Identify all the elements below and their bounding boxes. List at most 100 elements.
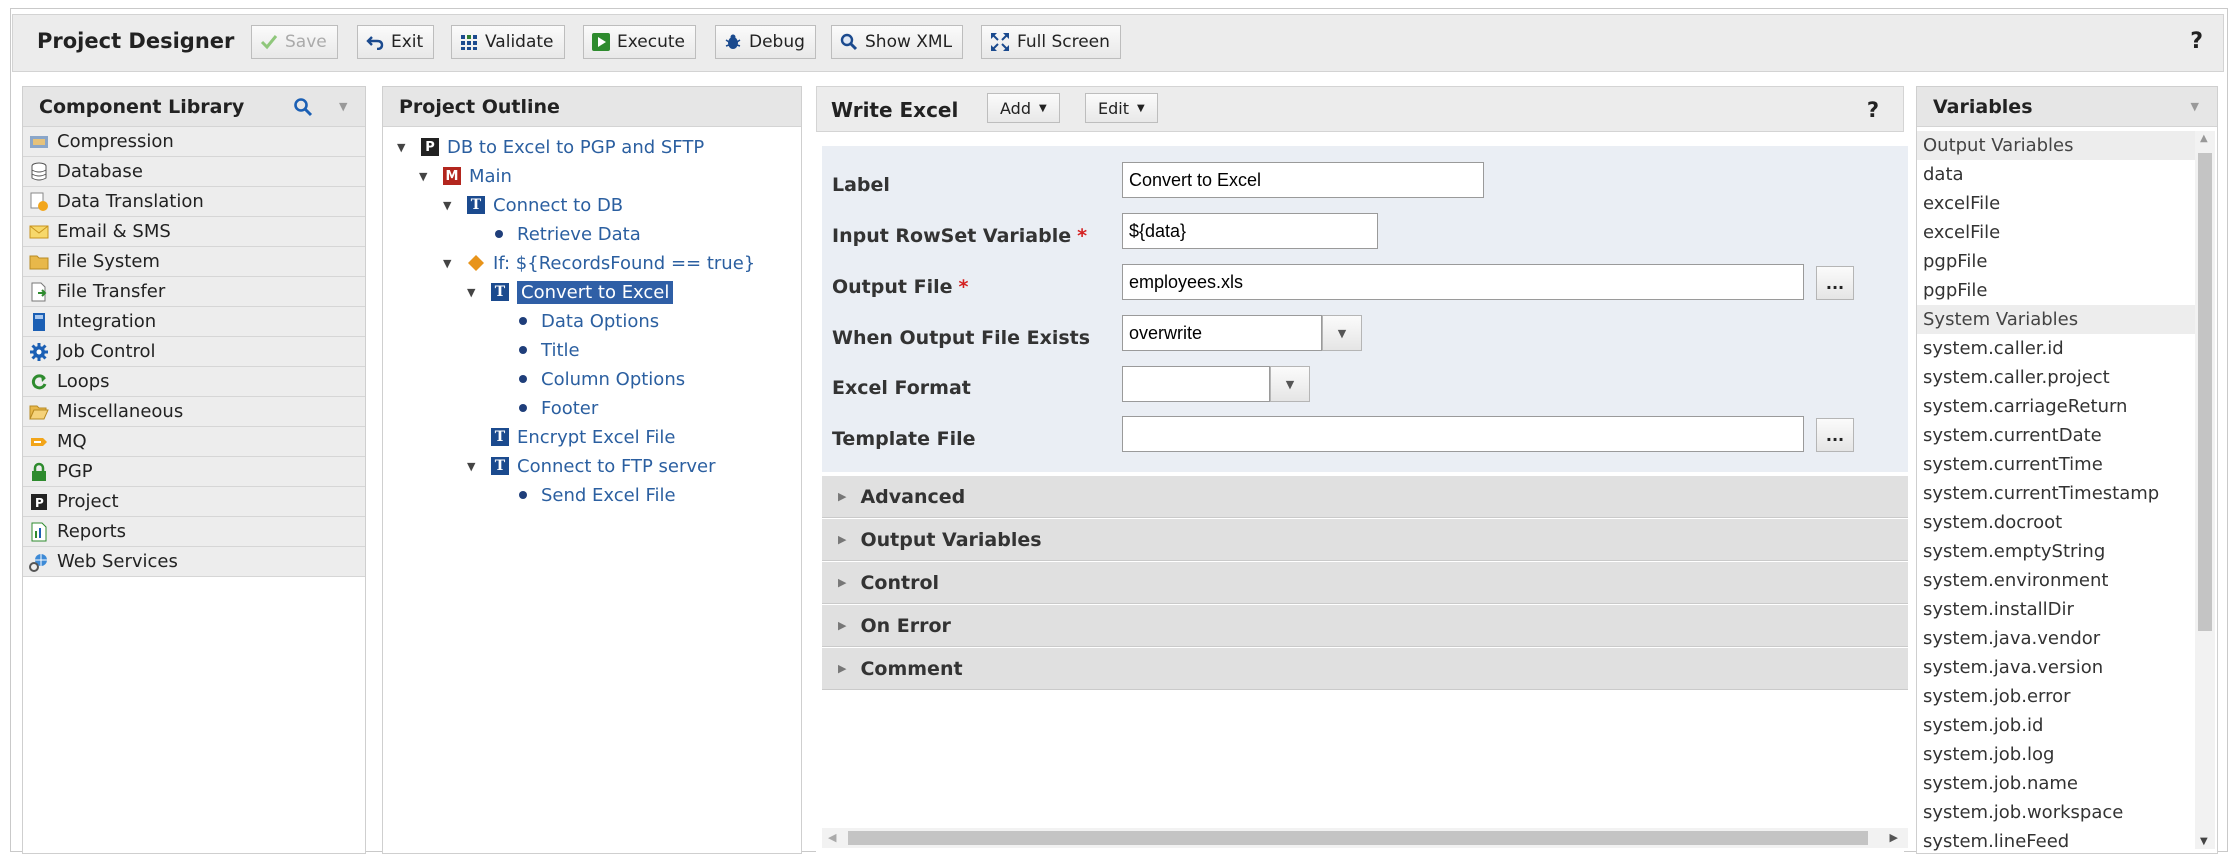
variable-item[interactable]: system.job.log xyxy=(1917,740,2195,769)
excel-format-dropdown-button[interactable]: ▼ xyxy=(1270,366,1310,402)
variable-item[interactable]: pgpFile xyxy=(1917,247,2195,276)
horizontal-scrollbar[interactable]: ◀ ▶ xyxy=(822,828,1908,848)
edit-menu-button[interactable]: Edit ▼ xyxy=(1085,93,1158,123)
bullet-icon xyxy=(519,346,527,354)
variable-item[interactable]: pgpFile xyxy=(1917,276,2195,305)
bullet-icon xyxy=(519,375,527,383)
outline-node-connect-ftp[interactable]: ▼ T Connect to FTP server xyxy=(467,452,716,480)
library-item-file-transfer[interactable]: File Transfer xyxy=(23,277,365,307)
scroll-right-icon[interactable]: ▶ xyxy=(1890,831,1898,844)
variable-item[interactable]: excelFile xyxy=(1917,189,2195,218)
execute-button[interactable]: Execute xyxy=(583,25,696,59)
library-item-loops[interactable]: Loops xyxy=(23,367,365,397)
excel-format-select[interactable] xyxy=(1122,366,1270,402)
outline-node-footer[interactable]: Footer xyxy=(515,394,598,422)
library-item-email-sms[interactable]: Email & SMS xyxy=(23,217,365,247)
save-button[interactable]: Save xyxy=(251,25,338,59)
variable-item[interactable]: system.currentTimestamp xyxy=(1917,479,2195,508)
caret-down-icon: ▼ xyxy=(1038,102,1047,114)
expand-toggle-icon[interactable]: ▼ xyxy=(443,199,457,212)
output-file-browse-button[interactable]: ... xyxy=(1816,266,1854,300)
template-file-browse-button[interactable]: ... xyxy=(1816,418,1854,452)
section-advanced[interactable]: ▶ Advanced xyxy=(822,476,1908,518)
variable-item[interactable]: system.lineFeed xyxy=(1917,827,2195,856)
variable-item[interactable]: system.caller.id xyxy=(1917,334,2195,363)
variable-item[interactable]: system.job.error xyxy=(1917,682,2195,711)
variable-item[interactable]: system.java.version xyxy=(1917,653,2195,682)
input-rowset-input[interactable] xyxy=(1122,213,1378,249)
variable-item[interactable]: system.environment xyxy=(1917,566,2195,595)
library-item-data-translation[interactable]: Data Translation xyxy=(23,187,365,217)
section-comment[interactable]: ▶ Comment xyxy=(822,648,1908,690)
library-item-job-control[interactable]: Job Control xyxy=(23,337,365,367)
vertical-scrollbar-thumb[interactable] xyxy=(2198,153,2212,631)
library-item-compression[interactable]: Compression xyxy=(23,127,365,157)
vertical-scrollbar[interactable]: ▲ ▼ xyxy=(2195,131,2215,849)
library-item-pgp[interactable]: PGP xyxy=(23,457,365,487)
app-title: Project Designer xyxy=(37,29,235,53)
variable-item[interactable]: system.currentDate xyxy=(1917,421,2195,450)
outline-node-data-options[interactable]: Data Options xyxy=(515,307,659,335)
scroll-up-icon[interactable]: ▲ xyxy=(2200,133,2208,144)
library-item-database[interactable]: Database xyxy=(23,157,365,187)
variable-item[interactable]: system.installDir xyxy=(1917,595,2195,624)
expand-toggle-icon[interactable]: ▼ xyxy=(397,141,411,154)
help-button[interactable]: ? xyxy=(2190,29,2203,54)
outline-node-column-options[interactable]: Column Options xyxy=(515,365,685,393)
outline-node-encrypt[interactable]: T Encrypt Excel File xyxy=(491,423,675,451)
section-on-error[interactable]: ▶ On Error xyxy=(822,605,1908,647)
project-icon: P xyxy=(29,492,49,512)
collapse-icon[interactable]: ▼ xyxy=(339,100,347,113)
variable-item[interactable]: system.java.vendor xyxy=(1917,624,2195,653)
library-item-miscellaneous[interactable]: Miscellaneous xyxy=(23,397,365,427)
collapse-icon[interactable]: ▼ xyxy=(2191,100,2199,113)
library-item-integration[interactable]: Integration xyxy=(23,307,365,337)
label-input[interactable] xyxy=(1122,162,1484,198)
outline-node-retrieve-data[interactable]: Retrieve Data xyxy=(491,220,641,248)
variable-item[interactable]: system.currentTime xyxy=(1917,450,2195,479)
validate-button[interactable]: Validate xyxy=(451,25,565,59)
library-item-web-services[interactable]: Web Services xyxy=(23,547,365,577)
variable-item[interactable]: data xyxy=(1917,160,2195,189)
variable-item[interactable]: system.emptyString xyxy=(1917,537,2195,566)
exit-button[interactable]: Exit xyxy=(357,25,435,59)
search-icon[interactable] xyxy=(293,97,313,122)
variable-item[interactable]: system.caller.project xyxy=(1917,363,2195,392)
expand-toggle-icon[interactable]: ▼ xyxy=(443,257,457,270)
outline-node-convert-excel[interactable]: ▼ T Convert to Excel xyxy=(467,278,674,306)
library-item-file-system[interactable]: File System xyxy=(23,247,365,277)
outline-node-if[interactable]: ▼ If: ${RecordsFound == true} xyxy=(443,249,755,277)
outline-node-title[interactable]: Title xyxy=(515,336,580,364)
template-file-input[interactable] xyxy=(1122,416,1804,452)
expand-toggle-icon[interactable]: ▼ xyxy=(467,286,481,299)
scroll-down-icon[interactable]: ▼ xyxy=(2200,836,2208,847)
editor-help-button[interactable]: ? xyxy=(1867,98,1879,122)
when-exists-select[interactable] xyxy=(1122,315,1322,351)
output-file-input[interactable] xyxy=(1122,264,1804,300)
expand-toggle-icon[interactable]: ▼ xyxy=(467,460,481,473)
outline-node-send-excel[interactable]: Send Excel File xyxy=(515,481,676,509)
variable-item[interactable]: system.job.workspace xyxy=(1917,798,2195,827)
library-item-project[interactable]: P Project xyxy=(23,487,365,517)
expand-toggle-icon[interactable]: ▼ xyxy=(419,170,433,183)
scroll-left-icon[interactable]: ◀ xyxy=(828,831,836,844)
variable-item[interactable]: excelFile xyxy=(1917,218,2195,247)
add-menu-button[interactable]: Add ▼ xyxy=(987,93,1060,123)
outline-node-main[interactable]: ▼ M Main xyxy=(419,162,512,190)
variable-item[interactable]: system.carriageReturn xyxy=(1917,392,2195,421)
show-xml-button[interactable]: Show XML xyxy=(831,25,964,59)
when-exists-dropdown-button[interactable]: ▼ xyxy=(1322,315,1362,351)
library-item-reports[interactable]: Reports xyxy=(23,517,365,547)
variable-item[interactable]: system.job.name xyxy=(1917,769,2195,798)
variable-item[interactable]: system.docroot xyxy=(1917,508,2195,537)
section-output-variables[interactable]: ▶ Output Variables xyxy=(822,519,1908,561)
outline-node-project[interactable]: ▼ P DB to Excel to PGP and SFTP xyxy=(397,133,704,161)
horizontal-scrollbar-thumb[interactable] xyxy=(848,831,1868,845)
chevron-right-icon: ▶ xyxy=(838,533,847,546)
outline-node-connect-db[interactable]: ▼ T Connect to DB xyxy=(443,191,623,219)
library-item-mq[interactable]: MQ xyxy=(23,427,365,457)
section-control[interactable]: ▶ Control xyxy=(822,562,1908,604)
full-screen-button[interactable]: Full Screen xyxy=(981,25,1121,59)
variable-item[interactable]: system.job.id xyxy=(1917,711,2195,740)
debug-button[interactable]: Debug xyxy=(715,25,816,59)
